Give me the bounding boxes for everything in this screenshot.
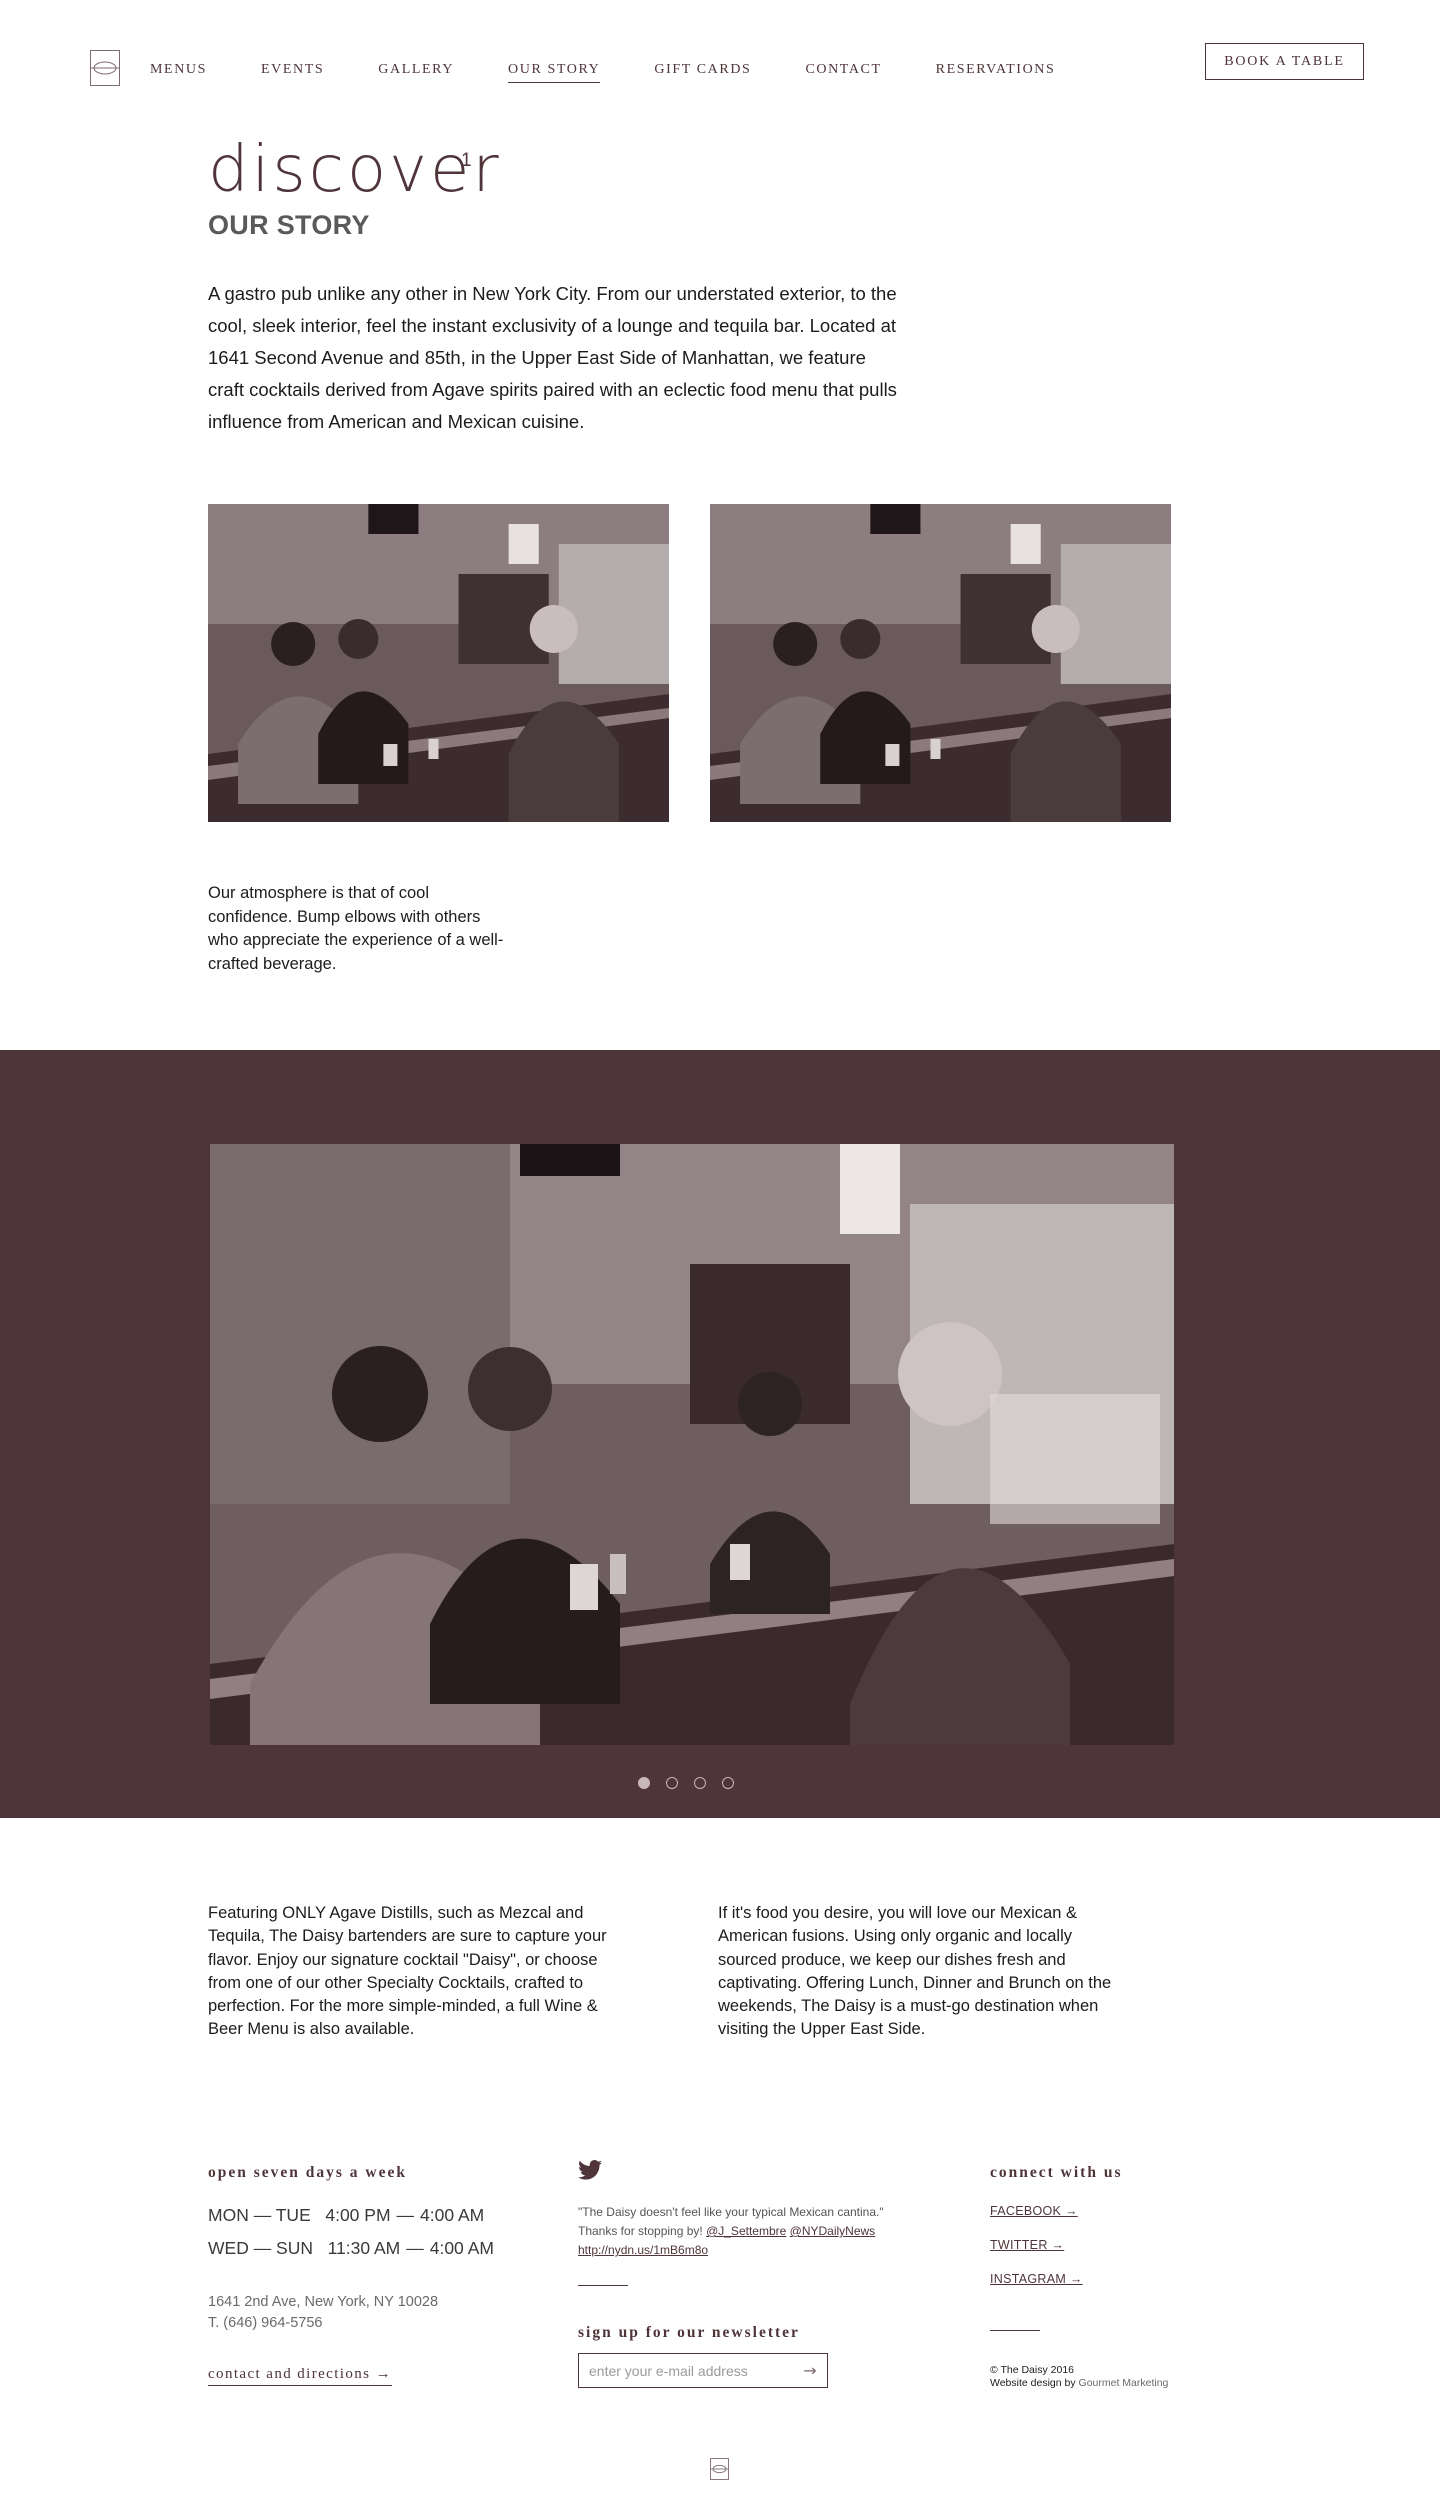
hours-open: 4:00 PM xyxy=(325,2205,391,2225)
tweet-text: "The Daisy doesn't feel like your typica… xyxy=(578,2203,908,2260)
page-subtitle: OUR STORY xyxy=(208,210,370,240)
hours-days: MON — TUE xyxy=(208,2205,311,2225)
contact-directions-link[interactable]: contact and directions → xyxy=(208,2366,392,2386)
tweet-url-link[interactable]: http://nydn.us/1mB6m8o xyxy=(578,2243,708,2257)
credit-prefix: Website design by xyxy=(990,2377,1076,2389)
nav-our-story[interactable]: OUR STORY xyxy=(508,62,601,83)
slider-dot-1[interactable] xyxy=(638,1777,650,1789)
daisy-logo-icon[interactable] xyxy=(90,50,120,86)
gallery-band xyxy=(0,1050,1440,1818)
hours-row: MON — TUE 4:00 PM —4:00 AM xyxy=(208,2205,485,2225)
nav-menus[interactable]: MENUS xyxy=(150,62,207,83)
nav-gallery[interactable]: GALLERY xyxy=(378,62,454,83)
hours-close: 4:00 AM xyxy=(420,2205,485,2225)
nav-events[interactable]: EVENTS xyxy=(261,62,324,83)
atmosphere-text: Our atmosphere is that of cool confidenc… xyxy=(208,884,504,973)
slider-dots xyxy=(638,1777,750,1789)
slider-dot-4[interactable] xyxy=(722,1777,734,1789)
designer-credit-link[interactable]: Gourmet Marketing xyxy=(1079,2377,1169,2389)
hours-row: WED — SUN 11:30 AM —4:00 AM xyxy=(208,2238,494,2258)
newsletter-form: → xyxy=(578,2353,828,2388)
gallery-slide-image[interactable] xyxy=(210,1144,1174,1745)
main-nav: MENUS EVENTS GALLERY OUR STORY GIFT CARD… xyxy=(150,62,1109,83)
tweet-mention-link[interactable]: @NYDailyNews xyxy=(790,2224,876,2238)
newsletter-heading: sign up for our newsletter xyxy=(578,2324,800,2341)
copyright-text: © The Daisy 2016 xyxy=(990,2364,1075,2376)
phone-number[interactable]: T. (646) 964-5756 xyxy=(208,2313,438,2334)
page-title: discover xyxy=(208,133,502,207)
title-superscript: 1 xyxy=(461,150,472,171)
twitter-bird-icon[interactable] xyxy=(578,2160,602,2180)
copyright-block: © The Daisy 2016 Website design by Gourm… xyxy=(990,2364,1168,2390)
hours-open: 11:30 AM xyxy=(327,2238,401,2258)
instagram-link[interactable]: INSTAGRAM → xyxy=(990,2272,1083,2286)
hours-days: WED — SUN xyxy=(208,2238,313,2258)
street-address: 1641 2nd Ave, New York, NY 10028 xyxy=(208,2294,439,2310)
bar-photo-left xyxy=(208,504,669,822)
food-paragraph: If it's food you desire, you will love o… xyxy=(718,1904,1112,2039)
email-input[interactable] xyxy=(579,2354,793,2387)
tweet-quote: "The Daisy doesn't feel like your typica… xyxy=(578,2205,884,2219)
hours-heading: open seven days a week xyxy=(208,2164,408,2181)
address-block: 1641 2nd Ave, New York, NY 10028 T. (646… xyxy=(208,2292,438,2334)
tweet-thanks: Thanks for stopping by! xyxy=(578,2224,703,2238)
divider xyxy=(578,2285,628,2286)
nav-contact[interactable]: CONTACT xyxy=(805,62,881,83)
connect-heading: connect with us xyxy=(990,2164,1123,2181)
nav-reservations[interactable]: RESERVATIONS xyxy=(936,62,1056,83)
divider xyxy=(990,2330,1040,2331)
slider-dot-2[interactable] xyxy=(666,1777,678,1789)
book-table-button[interactable]: BOOK A TABLE xyxy=(1205,43,1364,80)
bar-photo-right xyxy=(710,504,1171,822)
hours-close: 4:00 AM xyxy=(429,2238,494,2258)
tweet-mention-link[interactable]: @J_Settembre xyxy=(706,2224,786,2238)
drinks-paragraph: Featuring ONLY Agave Distills, such as M… xyxy=(208,1904,607,2039)
slider-dot-3[interactable] xyxy=(694,1777,706,1789)
intro-paragraph: A gastro pub unlike any other in New Yor… xyxy=(208,283,897,432)
facebook-link[interactable]: FACEBOOK → xyxy=(990,2204,1078,2218)
nav-gift-cards[interactable]: GIFT CARDS xyxy=(654,62,751,83)
twitter-link[interactable]: TWITTER → xyxy=(990,2238,1064,2252)
footer-logo-icon[interactable] xyxy=(710,2458,729,2480)
newsletter-submit-button[interactable]: → xyxy=(793,2354,827,2387)
